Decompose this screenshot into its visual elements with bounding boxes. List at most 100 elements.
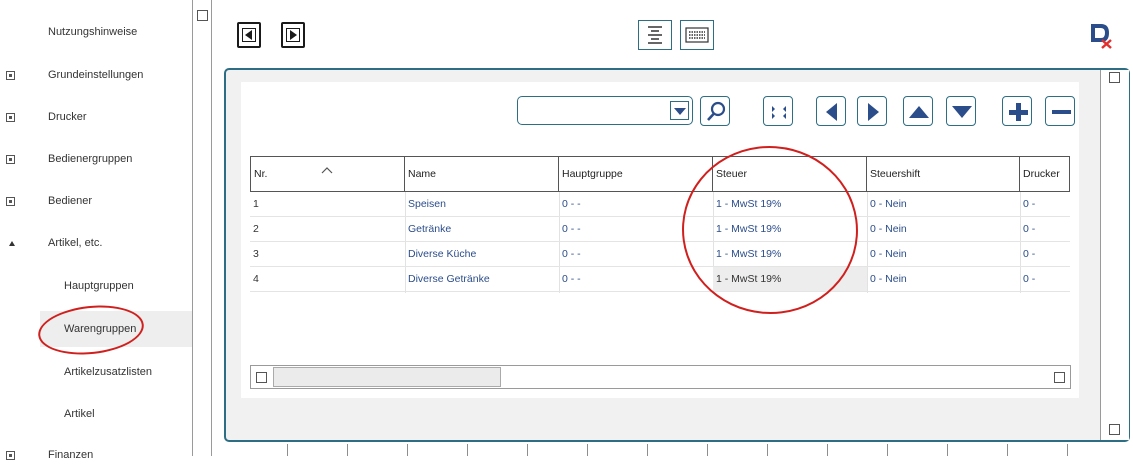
sidebar-item-label: Drucker (48, 111, 87, 123)
nav-up-button[interactable] (903, 96, 933, 126)
scroll-left-icon[interactable] (256, 372, 267, 383)
sidebar-item-finanzen[interactable]: Finanzen (0, 437, 192, 473)
table-cell[interactable]: 1 (250, 192, 405, 217)
expand-box-icon[interactable] (6, 112, 15, 122)
add-button[interactable] (1002, 96, 1032, 126)
divider (587, 444, 588, 456)
table-cell[interactable]: 2 (250, 217, 405, 242)
nav-left-icon (826, 103, 837, 121)
vertical-scrollbar[interactable] (1100, 70, 1129, 440)
remove-button[interactable] (1045, 96, 1075, 126)
table-cell[interactable]: 0 - - (559, 267, 713, 292)
sidebar-item-artikel[interactable]: Artikel (0, 396, 192, 432)
chevron-up-icon (321, 167, 333, 174)
sidebar-item-nutzungshinweise[interactable]: Nutzungshinweise (0, 14, 192, 50)
divider (707, 444, 708, 456)
column-header-steuershift[interactable]: Steuershift (867, 156, 1020, 192)
table-cell[interactable]: 0 - Nein (867, 267, 1020, 292)
sidebar-splitter[interactable] (192, 0, 212, 456)
sidebar-item-artikel-etc[interactable]: Artikel, etc. (0, 225, 192, 261)
list-view-icon (648, 26, 662, 44)
nav-down-icon (952, 106, 972, 118)
page-prev-button[interactable] (237, 22, 261, 48)
column-header-name[interactable]: Name (405, 156, 559, 192)
search-input[interactable] (517, 96, 693, 125)
table-cell[interactable]: 0 - (1020, 192, 1070, 217)
expand-box-icon[interactable] (6, 196, 15, 206)
search-icon (707, 101, 726, 121)
table-cell[interactable]: Diverse Küche (405, 242, 559, 267)
scroll-thumb[interactable] (273, 367, 501, 387)
scroll-down-icon[interactable] (1109, 424, 1120, 435)
table-cell[interactable]: 0 - Nein (867, 217, 1020, 242)
table-cell[interactable]: 0 - (1020, 217, 1070, 242)
sidebar: Nutzungshinweise Grundeinstellungen Druc… (0, 0, 215, 461)
sidebar-item-label: Hauptgruppen (64, 280, 134, 292)
nav-down-button[interactable] (946, 96, 976, 126)
remove-icon (1052, 110, 1071, 114)
keyboard-view-button[interactable] (680, 20, 714, 50)
nav-left-button[interactable] (816, 96, 846, 126)
nav-up-icon (909, 106, 929, 118)
divider (347, 444, 348, 456)
nav-right-button[interactable] (857, 96, 887, 126)
scroll-up-icon[interactable] (1109, 72, 1120, 83)
table-cell[interactable]: Diverse Getränke (405, 267, 559, 292)
expand-box-icon[interactable] (6, 70, 15, 80)
table-cell[interactable]: 0 - (1020, 267, 1070, 292)
divider (827, 444, 828, 456)
divider (527, 444, 528, 456)
column-header-label: Hauptgruppe (562, 168, 623, 180)
table-cell[interactable]: Speisen (405, 192, 559, 217)
table-cell[interactable]: 0 - Nein (867, 192, 1020, 217)
list-view-button[interactable] (638, 20, 672, 50)
sidebar-item-label: Grundeinstellungen (48, 69, 144, 81)
sidebar-item-bediener[interactable]: Bediener (0, 183, 192, 219)
table-cell[interactable]: 0 - Nein (867, 242, 1020, 267)
table-cell[interactable]: 4 (250, 267, 405, 292)
divider (647, 444, 648, 456)
add-icon (1009, 103, 1028, 121)
column-header-nr[interactable]: Nr. (250, 156, 405, 192)
divider (947, 444, 948, 456)
sidebar-item-grundeinstellungen[interactable]: Grundeinstellungen (0, 57, 192, 93)
column-header-label: Nr. (254, 168, 268, 180)
sidebar-item-label: Bediener (48, 195, 93, 207)
table-cell[interactable]: 3 (250, 242, 405, 267)
column-header-label: Steuershift (870, 168, 921, 180)
collapse-triangle-icon[interactable] (9, 240, 15, 246)
page-next-button[interactable] (281, 22, 305, 48)
sidebar-item-bedienergruppen[interactable]: Bedienergruppen (0, 141, 192, 177)
expand-box-icon[interactable] (6, 450, 15, 460)
sidebar-item-label: Artikel, etc. (48, 237, 103, 249)
scroll-right-icon[interactable] (1054, 372, 1065, 383)
sidebar-item-label: Artikel (64, 408, 95, 420)
search-button[interactable] (700, 96, 730, 126)
column-header-drucker[interactable]: Drucker (1020, 156, 1070, 192)
table-cell[interactable]: Getränke (405, 217, 559, 242)
sidebar-item-drucker[interactable]: Drucker (0, 99, 192, 135)
divider (887, 444, 888, 456)
expand-box-icon[interactable] (6, 154, 15, 164)
table-cell[interactable]: 0 - (1020, 242, 1070, 267)
divider (407, 444, 408, 456)
dropdown-arrow-icon[interactable] (670, 101, 689, 120)
nav-right-icon (868, 103, 879, 121)
expand-button[interactable] (763, 96, 793, 126)
sidebar-item-label: Nutzungshinweise (48, 26, 138, 38)
divider (1067, 444, 1068, 456)
sidebar-item-hauptgruppen[interactable]: Hauptgruppen (0, 268, 192, 304)
sidebar-item-label: Finanzen (48, 449, 94, 461)
data-table: Nr. Name Hauptgruppe Steuer Steuershift … (250, 156, 1070, 294)
column-header-hauptgruppe[interactable]: Hauptgruppe (559, 156, 713, 192)
exit-icon (1091, 24, 1112, 49)
bottom-button-strip (224, 444, 1130, 456)
column-header-label: Drucker (1023, 168, 1060, 180)
sidebar-item-label: Bedienergruppen (48, 153, 133, 165)
divider (767, 444, 768, 456)
horizontal-scrollbar[interactable] (250, 365, 1071, 389)
divider (287, 444, 288, 456)
sidebar-item-artikelzusatzlisten[interactable]: Artikelzusatzlisten (0, 354, 192, 390)
exit-button[interactable] (1087, 20, 1115, 50)
collapse-sidebar-icon[interactable] (197, 10, 208, 21)
